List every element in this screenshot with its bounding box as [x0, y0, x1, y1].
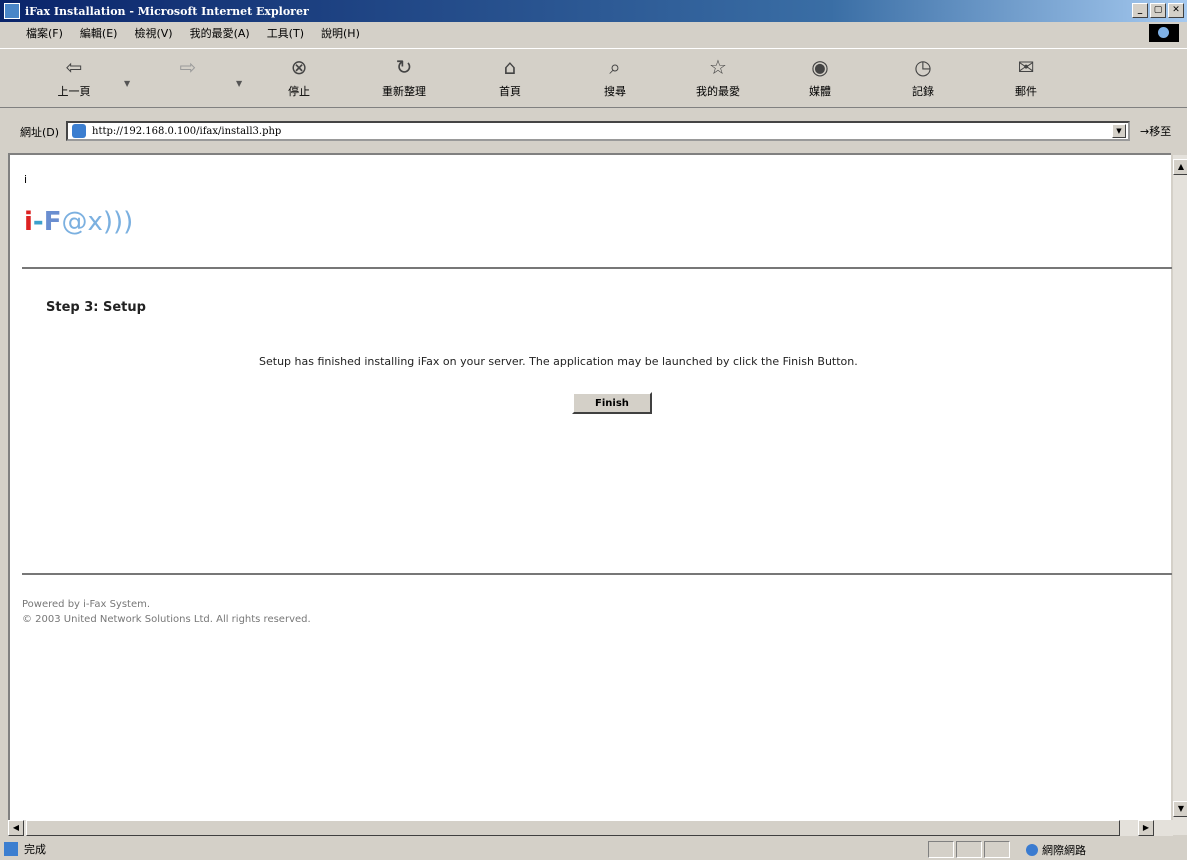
stop-button[interactable]: ⊗ 停止	[269, 53, 329, 99]
status-text: 完成	[24, 843, 46, 856]
menu-file[interactable]: 檔案(F)	[26, 25, 63, 41]
media-label: 媒體	[809, 85, 831, 98]
setup-message: Setup has finished installing iFax on yo…	[259, 355, 858, 368]
history-icon: ◷	[914, 55, 932, 79]
menu-tools[interactable]: 工具(T)	[267, 25, 304, 41]
ie-throbber-icon	[1149, 24, 1179, 42]
favorites-button[interactable]: ☆ 我的最愛	[688, 53, 748, 99]
status-bar: 完成 網際網路	[0, 838, 1187, 860]
logo-i: i	[24, 207, 33, 237]
address-dropdown-icon[interactable]: ▼	[1112, 124, 1126, 138]
go-button[interactable]: →移至	[1140, 123, 1171, 139]
scroll-left-icon[interactable]: ◀	[8, 820, 24, 836]
ie-page-icon	[4, 3, 20, 19]
favorites-label: 我的最愛	[696, 85, 740, 98]
page-content: i i-F@x))) Step 3: Setup Setup has finis…	[8, 153, 1172, 820]
menu-edit[interactable]: 編輯(E)	[80, 25, 118, 41]
home-label: 首頁	[499, 85, 521, 98]
logo-dash: -	[32, 207, 44, 237]
scroll-up-icon[interactable]: ▲	[1173, 159, 1187, 175]
back-dropdown-icon[interactable]: ▼	[124, 79, 130, 88]
status-pane	[928, 841, 954, 858]
stop-icon: ⊗	[290, 55, 308, 79]
menu-help[interactable]: 說明(H)	[321, 25, 360, 41]
status-pane	[956, 841, 982, 858]
stop-label: 停止	[288, 85, 310, 98]
media-icon: ◉	[811, 55, 829, 79]
back-arrow-icon: ⇦	[65, 55, 83, 79]
step-title: Step 3: Setup	[46, 300, 146, 315]
forward-arrow-icon: ⇨	[179, 55, 197, 79]
footer-powered-by: Powered by i-Fax System.	[22, 599, 151, 610]
mail-icon: ✉	[1017, 55, 1035, 79]
footer-divider	[22, 573, 1172, 575]
home-button[interactable]: ⌂ 首頁	[480, 53, 540, 99]
forward-button[interactable]: ⇨	[158, 53, 218, 83]
search-button[interactable]: ⌕ 搜尋	[585, 53, 645, 99]
search-label: 搜尋	[604, 85, 626, 98]
maximize-button[interactable]: ▢	[1150, 3, 1166, 18]
page-icon	[72, 124, 86, 138]
refresh-label: 重新整理	[382, 85, 426, 98]
forward-dropdown-icon[interactable]: ▼	[236, 79, 242, 88]
horizontal-scroll-thumb[interactable]	[26, 820, 1120, 836]
favorites-icon: ☆	[709, 55, 727, 79]
scroll-right-icon[interactable]: ▶	[1138, 820, 1154, 836]
refresh-button[interactable]: ↻ 重新整理	[374, 53, 434, 99]
close-button[interactable]: ✕	[1168, 3, 1184, 18]
finish-button[interactable]: Finish	[572, 392, 652, 414]
back-button[interactable]: ⇦ 上一頁	[44, 53, 104, 99]
mail-label: 郵件	[1015, 85, 1037, 98]
home-icon: ⌂	[503, 55, 517, 79]
logo-f: F	[43, 207, 62, 237]
logo-rest: @x)))	[61, 207, 134, 237]
window-title: iFax Installation - Microsoft Internet E…	[25, 4, 309, 18]
address-bar: 網址(D) http://192.168.0.100/ifax/install3…	[0, 121, 1187, 143]
minimize-button[interactable]: _	[1132, 3, 1148, 18]
media-button[interactable]: ◉ 媒體	[790, 53, 850, 99]
address-input[interactable]: http://192.168.0.100/ifax/install3.php ▼	[66, 121, 1130, 141]
search-icon: ⌕	[609, 55, 621, 79]
menu-favorites[interactable]: 我的最愛(A)	[190, 25, 250, 41]
vertical-scrollbar[interactable]: ▲ ▼	[1173, 155, 1187, 835]
toolbar: ⇦ 上一頁 ▼ ⇨ ▼ ⊗ 停止 ↻ 重新整理 ⌂ 首頁 ⌕ 搜尋 ☆ 我的最愛	[0, 48, 1187, 108]
mail-button[interactable]: ✉ 郵件	[996, 53, 1056, 99]
zone-label: 網際網路	[1042, 844, 1086, 857]
scroll-down-icon[interactable]: ▼	[1173, 801, 1187, 817]
menu-view[interactable]: 檢視(V)	[134, 25, 172, 41]
window-controls: _ ▢ ✕	[1132, 3, 1184, 18]
security-zone: 網際網路	[1026, 842, 1086, 858]
go-label: 移至	[1149, 125, 1172, 138]
status-page-icon	[4, 842, 18, 856]
refresh-icon: ↻	[395, 55, 413, 79]
history-button[interactable]: ◷ 記錄	[893, 53, 953, 99]
ifax-logo: i-F@x)))	[24, 207, 133, 237]
corner-mark: i	[24, 173, 28, 186]
address-label: 網址(D)	[20, 126, 60, 139]
go-arrow-icon: →	[1140, 125, 1150, 138]
header-divider	[22, 267, 1172, 269]
address-url[interactable]: http://192.168.0.100/ifax/install3.php	[92, 126, 281, 137]
horizontal-scrollbar[interactable]: ◀ ▶	[8, 820, 1173, 836]
back-label: 上一頁	[57, 85, 91, 98]
footer-copyright: © 2003 United Network Solutions Ltd. All…	[22, 614, 311, 625]
history-label: 記錄	[912, 85, 934, 98]
browser-window: iFax Installation - Microsoft Internet E…	[0, 0, 1187, 860]
menu-bar: 檔案(F) 編輯(E) 檢視(V) 我的最愛(A) 工具(T) 說明(H)	[0, 24, 1187, 42]
globe-icon	[1026, 844, 1038, 856]
status-pane	[984, 841, 1010, 858]
title-bar[interactable]: iFax Installation - Microsoft Internet E…	[0, 0, 1187, 22]
